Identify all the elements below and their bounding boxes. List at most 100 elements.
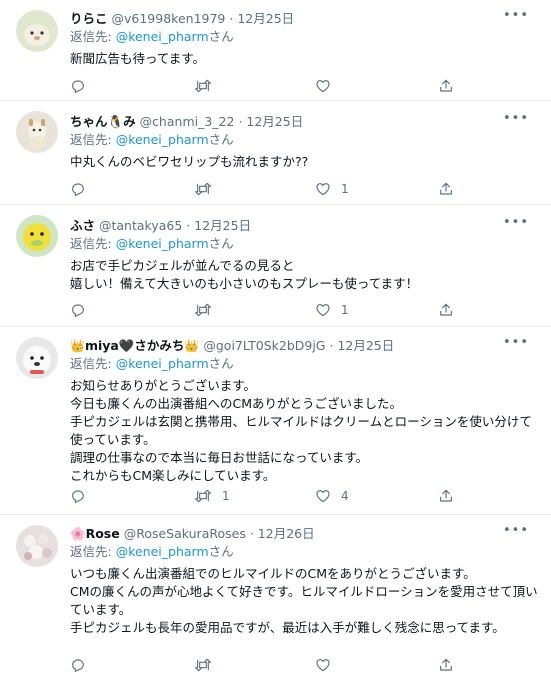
mention-link[interactable]: @kenei_pharm <box>116 132 209 147</box>
tweet-2[interactable]: ちゃん🐧み @chanmi_3_22 · 12月25日 ••• 返信先: @ke… <box>0 101 551 205</box>
reply-to-suffix: さん <box>208 29 234 44</box>
separator-dot: · <box>186 218 191 233</box>
mention-link[interactable]: @kenei_pharm <box>116 29 209 44</box>
like-count: 4 <box>341 489 349 503</box>
crown-emoji-right: 👑 <box>184 339 200 353</box>
avatar[interactable] <box>16 215 58 257</box>
like-button[interactable]: 4 <box>315 487 349 505</box>
tweet-date[interactable]: 12月25日 <box>194 218 251 233</box>
more-options-icon[interactable]: ••• <box>503 9 529 22</box>
mention-link[interactable]: @kenei_pharm <box>116 356 209 371</box>
tweet-header: 👑miya🖤さかみち👑 @goi7LT0Sk2bD9jG · 12月25日 <box>70 337 541 355</box>
share-button[interactable] <box>438 77 454 95</box>
retweet-button[interactable] <box>194 301 222 319</box>
share-button[interactable] <box>438 487 454 505</box>
like-count: 1 <box>341 182 349 196</box>
tweet-text: 新聞広告も待ってます。 <box>70 51 206 66</box>
reply-to-suffix: さん <box>208 356 234 371</box>
more-options-icon[interactable]: ••• <box>503 112 529 125</box>
display-name[interactable]: ふさ <box>70 218 95 233</box>
more-options-icon[interactable]: ••• <box>503 336 529 349</box>
reply-button[interactable] <box>70 180 96 198</box>
like-button[interactable] <box>315 77 341 95</box>
share-icon <box>440 489 452 502</box>
display-name[interactable]: ちゃん🐧み <box>70 114 136 129</box>
avatar[interactable] <box>16 525 58 567</box>
retweet-icon <box>195 658 211 672</box>
retweet-icon <box>195 303 211 317</box>
share-button[interactable] <box>438 656 454 674</box>
user-handle[interactable]: @chanmi_3_22 <box>140 114 235 129</box>
tweet-date[interactable]: 12月26日 <box>258 526 315 541</box>
share-button[interactable] <box>438 301 454 319</box>
tweet-4[interactable]: 👑miya🖤さかみち👑 @goi7LT0Sk2bD9jG · 12月25日 ••… <box>0 327 551 515</box>
avatar[interactable] <box>16 337 58 379</box>
separator-dot: · <box>229 11 234 26</box>
reply-to-line: 返信先: @kenei_pharmさん <box>70 235 541 253</box>
more-options-icon[interactable]: ••• <box>503 216 529 229</box>
separator-dot: · <box>329 338 334 353</box>
like-button[interactable]: 1 <box>315 180 349 198</box>
retweet-button[interactable] <box>194 180 222 198</box>
share-icon <box>440 303 452 316</box>
reply-to-prefix: 返信先: <box>70 544 116 559</box>
reply-to-line: 返信先: @kenei_pharmさん <box>70 543 541 561</box>
tweet-actions <box>70 77 452 95</box>
reply-button[interactable] <box>70 656 96 674</box>
tweet-text: お店で手ピカジェルが並んでるの見ると 嬉しい！備えて大きいのも小さいのもスプレー… <box>70 258 419 291</box>
display-name[interactable]: miya🖤さかみち <box>85 338 184 353</box>
reply-to-line: 返信先: @kenei_pharmさん <box>70 355 541 373</box>
reply-to-prefix: 返信先: <box>70 356 116 371</box>
like-button[interactable]: 1 <box>315 301 349 319</box>
share-icon <box>440 658 452 671</box>
tweet-actions <box>70 656 452 674</box>
retweet-button[interactable] <box>194 656 222 674</box>
retweet-icon <box>195 489 211 503</box>
avatar[interactable] <box>16 10 58 52</box>
retweet-count: 1 <box>222 489 230 503</box>
tweet-date[interactable]: 12月25日 <box>246 114 303 129</box>
flower-emoji: 🌸 <box>70 526 86 541</box>
reply-to-line: 返信先: @kenei_pharmさん <box>70 28 541 46</box>
reply-button[interactable] <box>70 487 96 505</box>
user-handle[interactable]: @RoseSakuraRoses <box>124 526 246 541</box>
tweet-text: お知らせありがとうございます。 今日も廉くんの出演番組へのCMありがとうございま… <box>70 378 532 483</box>
avatar[interactable] <box>16 111 58 153</box>
reply-to-prefix: 返信先: <box>70 132 116 147</box>
tweet-header: りらこ @v61998ken1979 · 12月25日 <box>70 10 541 28</box>
tweet-actions: 1 <box>70 180 452 198</box>
reply-to-suffix: さん <box>208 236 234 251</box>
reply-icon <box>72 490 84 503</box>
tweet-1[interactable]: りらこ @v61998ken1979 · 12月25日 ••• 返信先: @ke… <box>0 0 551 101</box>
tweet-header: 🌸Rose @RoseSakuraRoses · 12月26日 <box>70 525 541 543</box>
reply-to-prefix: 返信先: <box>70 236 116 251</box>
user-handle[interactable]: @goi7LT0Sk2bD9jG <box>203 338 325 353</box>
mention-link[interactable]: @kenei_pharm <box>116 236 209 251</box>
tweet-date[interactable]: 12月25日 <box>337 338 394 353</box>
user-handle[interactable]: @v61998ken1979 <box>112 11 226 26</box>
separator-dot: · <box>238 114 243 129</box>
tweet-date[interactable]: 12月25日 <box>237 11 294 26</box>
reply-icon <box>72 304 84 317</box>
user-handle[interactable]: @tantakya65 <box>99 218 182 233</box>
tweet-3[interactable]: ふさ @tantakya65 · 12月25日 ••• 返信先: @kenei_… <box>0 205 551 327</box>
reply-icon <box>72 80 84 93</box>
retweet-button[interactable] <box>194 77 222 95</box>
like-button[interactable] <box>315 656 341 674</box>
retweet-icon <box>195 182 211 196</box>
display-name[interactable]: りらこ <box>70 11 108 26</box>
tweet-text: 中丸くんのベビワセリップも流れますか?? <box>70 154 309 169</box>
display-name[interactable]: Rose <box>86 526 120 541</box>
mention-link[interactable]: @kenei_pharm <box>116 544 209 559</box>
tweet-5[interactable]: 🌸Rose @RoseSakuraRoses · 12月26日 ••• 返信先:… <box>0 515 551 683</box>
heart-icon <box>316 490 330 503</box>
share-icon <box>440 182 452 195</box>
retweet-button[interactable]: 1 <box>194 487 230 505</box>
share-icon <box>440 79 452 92</box>
more-options-icon[interactable]: ••• <box>503 524 529 537</box>
share-button[interactable] <box>438 180 454 198</box>
reply-button[interactable] <box>70 77 96 95</box>
retweet-icon <box>195 79 211 93</box>
reply-button[interactable] <box>70 301 96 319</box>
heart-icon <box>316 304 330 317</box>
